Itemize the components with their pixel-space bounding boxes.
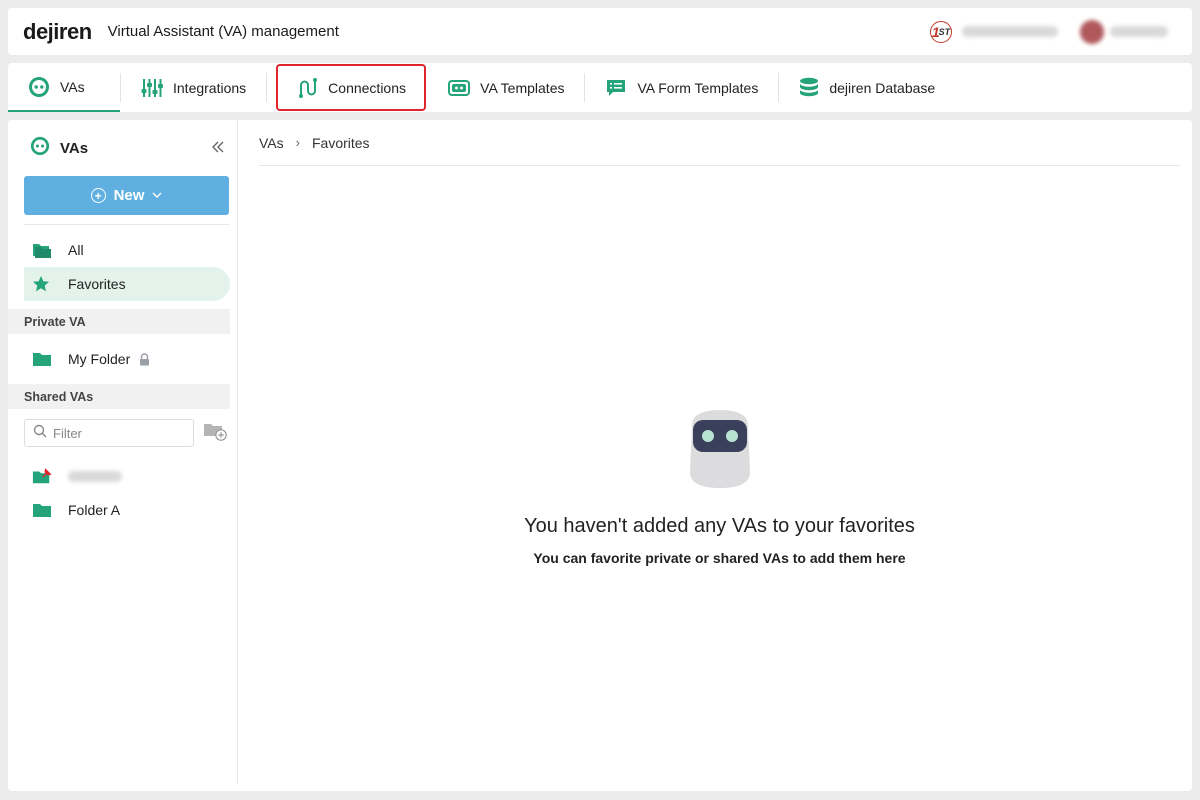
chevron-right-icon: ›: [295, 135, 300, 150]
user-name-redacted[interactable]: [1110, 26, 1168, 37]
breadcrumb: VAs › Favorites: [259, 120, 1180, 166]
breadcrumb-favorites: Favorites: [311, 134, 370, 151]
plus-circle-icon: +: [90, 188, 106, 203]
sidebar: VAs + New All Favorites Private VA My Fo…: [8, 120, 238, 783]
sidebar-title: VAs: [60, 139, 89, 157]
page-title: Virtual Assistant (VA) management: [107, 23, 339, 40]
folder-icon: [32, 502, 52, 518]
section-shared-vas: Shared VAs: [8, 384, 230, 409]
robot-icon: [30, 136, 50, 161]
empty-state-subtitle: You can favorite private or shared VAs t…: [533, 550, 906, 566]
folder-icon: [32, 351, 52, 367]
search-icon: [33, 424, 47, 443]
database-icon: [799, 77, 819, 99]
form-template-icon: [605, 78, 627, 98]
filter-input[interactable]: [53, 425, 183, 441]
add-folder-icon[interactable]: [203, 421, 227, 446]
sidebar-item-shared-redacted[interactable]: [24, 459, 230, 493]
company-badge[interactable]: 1 ST: [930, 20, 952, 43]
main-tabs: VAs Integrations Connections VA Template…: [8, 63, 1192, 112]
chevron-down-icon: [152, 190, 162, 202]
section-private-va: Private VA: [8, 309, 230, 334]
folders-icon: [32, 241, 52, 259]
tab-integrations[interactable]: Integrations: [121, 63, 266, 112]
robot-illustration-icon: [684, 410, 756, 494]
company-name-redacted: [962, 26, 1058, 37]
tab-va-templates[interactable]: VA Templates: [428, 63, 584, 112]
sidebar-item-favorites[interactable]: Favorites: [24, 267, 230, 301]
main-panel: VAs + New All Favorites Private VA My Fo…: [8, 120, 1192, 791]
content-area: VAs › Favorites You haven't added any VA…: [259, 120, 1180, 783]
empty-state-title: You haven't added any VAs to your favori…: [524, 515, 915, 537]
empty-state: You haven't added any VAs to your favori…: [259, 408, 1180, 566]
tab-va-form-templates[interactable]: VA Form Templates: [585, 63, 778, 112]
lock-icon: [139, 352, 150, 366]
header-right: 1 ST: [930, 19, 1168, 44]
va-template-icon: [448, 79, 471, 96]
sidebar-header: VAs: [8, 120, 237, 176]
sidebar-item-my-folder[interactable]: My Folder: [24, 342, 230, 376]
logo: dejiren: [23, 18, 92, 44]
filter-row: [8, 419, 237, 447]
app-header: dejiren Virtual Assistant (VA) managemen…: [8, 8, 1192, 55]
tab-dejiren-database[interactable]: dejiren Database: [779, 63, 955, 112]
sidebar-item-folder-a[interactable]: Folder A: [24, 493, 230, 527]
new-button[interactable]: + New: [24, 176, 229, 215]
double-chevron-left-icon[interactable]: [211, 138, 225, 159]
connections-icon: [296, 77, 318, 99]
breadcrumb-vas[interactable]: VAs: [259, 135, 284, 151]
robot-icon: [28, 76, 50, 98]
filter-field[interactable]: [24, 419, 194, 447]
avatar[interactable]: [1080, 19, 1104, 44]
sidebar-item-all[interactable]: All: [24, 233, 230, 267]
star-icon: [32, 275, 52, 293]
tab-vas[interactable]: VAs: [8, 63, 120, 112]
shared-item-name-redacted: [68, 470, 122, 482]
tab-connections[interactable]: Connections: [276, 64, 427, 111]
sliders-icon: [141, 78, 163, 98]
pinned-folder-icon: [32, 467, 52, 485]
